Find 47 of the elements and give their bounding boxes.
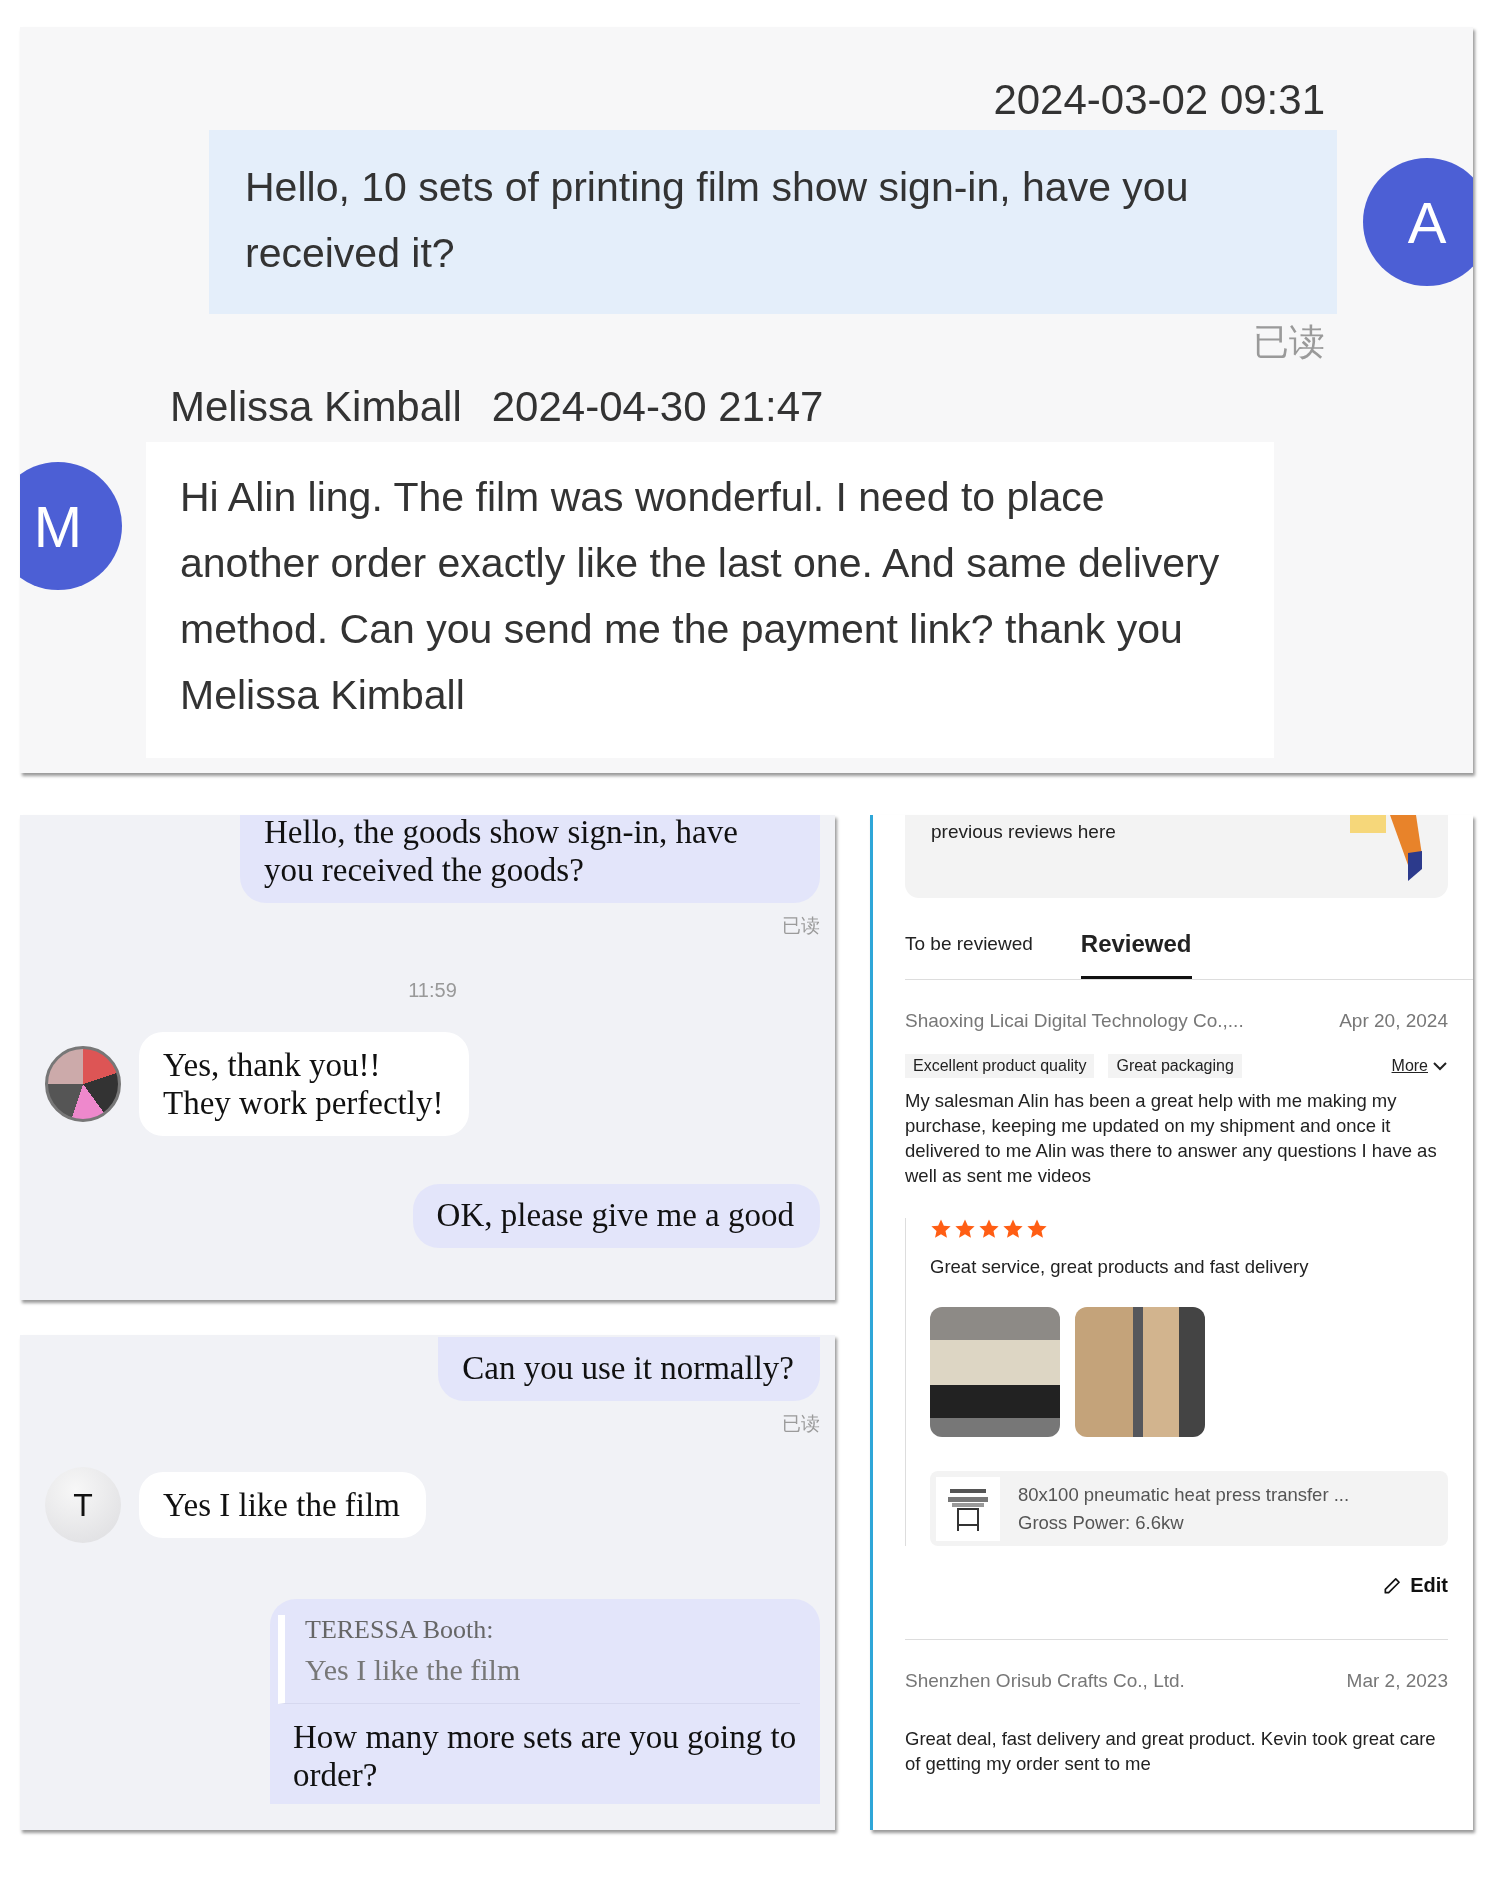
sender-name: Melissa Kimball — [170, 382, 462, 432]
read-status: 已读 — [1253, 320, 1325, 364]
store-name: Shenzhen Orisub Crafts Co., Ltd. — [905, 1670, 1185, 1692]
pencil-note-drawing — [1350, 815, 1422, 881]
photo-placeholder[interactable] — [1075, 1307, 1205, 1437]
message-bubble: Hello, the goods show sign-in, have you received the goods? — [240, 815, 820, 903]
message-time: 2024-04-30 21:47 — [491, 382, 824, 432]
star-icon — [930, 1218, 952, 1240]
product-card[interactable]: 80x100 pneumatic heat press transfer ... Gross Power: 6.6kw — [930, 1471, 1448, 1546]
product-title: 80x100 pneumatic heat press transfer ... — [1018, 1483, 1350, 1506]
photo-placeholder[interactable] — [930, 1307, 1060, 1437]
avatar: T — [45, 1467, 121, 1543]
message-bubble: Hi Alin ling. The film was wonderful. I need to place another order exactly like the last one. And same delivery method. Can you send me the payment link? thank you Melissa Kimball — [146, 442, 1274, 758]
avatar: A — [1363, 158, 1473, 286]
star-icon — [1002, 1218, 1024, 1240]
review-text: Great service, great products and fast delivery — [930, 1255, 1310, 1279]
quoted-text: Yes I like the film — [305, 1653, 522, 1687]
message-time: 11:59 — [408, 979, 457, 1002]
message-bubble: OK, please give me a good — [412, 1184, 820, 1248]
message-bubble: Yes I like the film — [139, 1472, 426, 1538]
message-bubble: Hello, 10 sets of printing film show sign-in, have you received it? — [209, 130, 1337, 314]
pencil-icon — [1382, 1575, 1403, 1596]
message-bubble: Can you use it normally? — [438, 1337, 820, 1401]
tab[interactable]: Reviewed — [1080, 920, 1192, 979]
message-bubble: Yes, thank you!! They work perfectly! — [139, 1032, 470, 1136]
more-link[interactable]: More — [1391, 1057, 1448, 1075]
review-date: Mar 2, 2023 — [1346, 1670, 1448, 1692]
edit-button[interactable]: Edit — [1382, 1574, 1448, 1597]
star-icon — [978, 1218, 1000, 1240]
avatar: M — [20, 462, 122, 590]
review-tag: Great packaging — [1108, 1054, 1242, 1078]
tab[interactable]: To be reviewed — [905, 920, 1033, 979]
review-tag: Excellent product quality — [905, 1054, 1095, 1078]
review-text: Great deal, fast delivery and great product. Kevin took great care of getting my order sent to me — [905, 1727, 1437, 1776]
read-status: 已读 — [782, 914, 820, 938]
read-status: 已读 — [782, 1412, 820, 1436]
message-time: 2024-03-02 09:31 — [993, 75, 1325, 125]
star-icon — [954, 1218, 976, 1240]
store-name: Shaoxing Licai Digital Technology Co.,... — [905, 1010, 1244, 1032]
message-text: How many more sets are you going to order? — [292, 1718, 798, 1794]
banner-text: previous reviews here — [931, 821, 1116, 843]
review-date: Apr 20, 2024 — [1339, 1010, 1448, 1032]
quoted-author: TERESSA Booth: — [305, 1615, 495, 1645]
review-text: My salesman Alin has been a great help with me making my purchase, keeping me updated on my shipment and once it delivered to me Alin was there to answer any questions I have as well as sent me videos — [905, 1089, 1438, 1188]
product-spec: Gross Power: 6.6kw — [1018, 1511, 1185, 1534]
star-icon — [1026, 1218, 1048, 1240]
chevron-down-icon — [1432, 1060, 1448, 1072]
